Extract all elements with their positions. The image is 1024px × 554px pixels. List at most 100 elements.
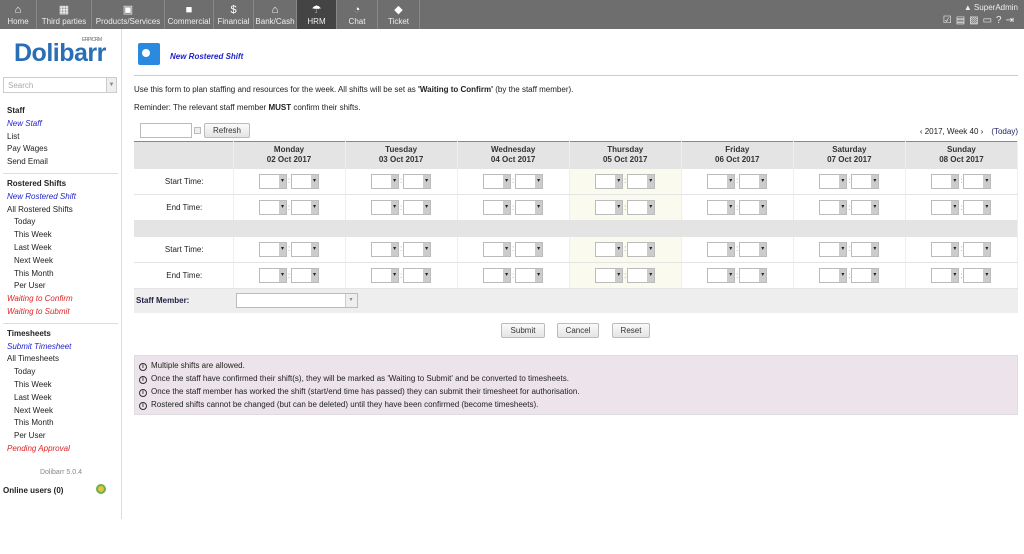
hour-select[interactable]	[371, 200, 400, 215]
chevron-down-icon[interactable]: ▼	[106, 78, 116, 92]
topmenu-hrm[interactable]: ☂ HRM	[297, 0, 337, 29]
hour-select[interactable]	[259, 173, 288, 189]
hour-select[interactable]	[371, 173, 400, 189]
minute-select[interactable]	[963, 200, 992, 215]
minute-select[interactable]	[963, 241, 992, 257]
minute-select[interactable]	[291, 200, 320, 215]
minute-select[interactable]	[963, 173, 992, 189]
sidebar-item-next-week[interactable]: Next Week	[0, 405, 121, 418]
link-icon[interactable]: ▨	[969, 15, 982, 26]
topmenu-products-services[interactable]: ▣ Products/Services	[92, 0, 165, 29]
minute-select[interactable]	[851, 200, 880, 215]
minute-select[interactable]	[291, 173, 320, 189]
hour-select[interactable]	[483, 268, 512, 283]
help-icon[interactable]: ?	[996, 15, 1006, 26]
hour-select[interactable]	[931, 268, 960, 283]
hour-select[interactable]	[931, 173, 960, 189]
refresh-button[interactable]: Refresh	[204, 123, 250, 138]
hour-select[interactable]	[819, 173, 848, 189]
sidebar-item-waiting-to-submit[interactable]: Waiting to Submit	[0, 306, 121, 319]
topmenu-chat[interactable]: ◔ Chat	[337, 0, 378, 29]
topmenu-third-parties[interactable]: ▦ Third parties	[37, 0, 92, 29]
hour-select[interactable]	[371, 241, 400, 257]
sidebar-item-today[interactable]: Today	[0, 216, 121, 229]
search-input[interactable]: Search ▼	[3, 77, 117, 93]
sidebar-item-all-timesheets[interactable]: All Timesheets	[0, 353, 121, 366]
next-week-icon[interactable]: ›	[981, 127, 984, 136]
hour-select[interactable]	[707, 268, 736, 283]
sidebar-item-this-month[interactable]: This Month	[0, 417, 121, 430]
hour-select[interactable]	[819, 241, 848, 257]
hour-select[interactable]	[931, 200, 960, 215]
hour-select[interactable]	[707, 173, 736, 189]
username[interactable]: SuperAdmin	[974, 3, 1018, 12]
hour-select[interactable]	[371, 268, 400, 283]
minute-select[interactable]	[403, 173, 432, 189]
topmenu-ticket[interactable]: ◆ Ticket	[378, 0, 420, 29]
minute-select[interactable]	[515, 173, 544, 189]
print-icon[interactable]: ▭	[983, 15, 996, 26]
sidebar-item-this-month[interactable]: This Month	[0, 268, 121, 281]
minute-select[interactable]	[627, 173, 656, 189]
minute-select[interactable]	[627, 268, 656, 283]
date-input[interactable]	[140, 123, 192, 138]
sidebar-item-last-week[interactable]: Last Week	[0, 392, 121, 405]
sidebar-item-pay-wages[interactable]: Pay Wages	[0, 143, 121, 156]
calendar-icon[interactable]: ▤	[956, 15, 969, 26]
hour-select[interactable]	[595, 173, 624, 189]
sidebar-item-new-rostered-shift[interactable]: New Rostered Shift	[0, 191, 121, 204]
sidebar-item-this-week[interactable]: This Week	[0, 379, 121, 392]
hour-select[interactable]	[931, 241, 960, 257]
user-link[interactable]: ▲ SuperAdmin	[964, 3, 1018, 12]
minute-select[interactable]	[515, 268, 544, 283]
today-link[interactable]: (Today)	[991, 127, 1018, 136]
hour-select[interactable]	[595, 268, 624, 283]
hour-select[interactable]	[259, 241, 288, 257]
staff-member-select[interactable]	[235, 293, 358, 309]
sidebar-item-waiting-to-confirm[interactable]: Waiting to Confirm	[0, 293, 121, 306]
minute-select[interactable]	[515, 241, 544, 257]
minute-select[interactable]	[403, 200, 432, 215]
minute-select[interactable]	[739, 268, 768, 283]
sidebar-item-per-user[interactable]: Per User	[0, 280, 121, 293]
hour-select[interactable]	[819, 268, 848, 283]
reset-button[interactable]: Reset	[612, 323, 650, 338]
hour-select[interactable]	[483, 173, 512, 189]
prev-week-icon[interactable]: ‹	[920, 127, 923, 136]
minute-select[interactable]	[739, 200, 768, 215]
sidebar-item-per-user[interactable]: Per User	[0, 430, 121, 443]
minute-select[interactable]	[739, 241, 768, 257]
logo[interactable]: Dolibarr ERP/CRM	[14, 37, 106, 68]
hour-select[interactable]	[819, 200, 848, 215]
minute-select[interactable]	[851, 241, 880, 257]
sidebar-item-submit-timesheet[interactable]: Submit Timesheet	[0, 341, 121, 354]
logout-icon[interactable]: ⇥	[1006, 15, 1018, 26]
sidebar-item-next-week[interactable]: Next Week	[0, 255, 121, 268]
minute-select[interactable]	[963, 268, 992, 283]
topmenu-home[interactable]: ⌂ Home	[0, 0, 37, 29]
submit-button[interactable]: Submit	[501, 323, 545, 338]
sidebar-item-today[interactable]: Today	[0, 366, 121, 379]
hour-select[interactable]	[483, 200, 512, 215]
topmenu-bank-cash[interactable]: ⌂ Bank/Cash	[254, 0, 297, 29]
minute-select[interactable]	[739, 173, 768, 189]
sidebar-item-send-email[interactable]: Send Email	[0, 156, 121, 169]
hour-select[interactable]	[259, 268, 288, 283]
hour-select[interactable]	[595, 241, 624, 257]
sidebar-item-this-week[interactable]: This Week	[0, 229, 121, 242]
online-users-label[interactable]: Online users (0)	[3, 486, 63, 495]
sidebar-item-new-staff[interactable]: New Staff	[0, 118, 121, 131]
topmenu-financial[interactable]: $ Financial	[214, 0, 254, 29]
sidebar-item-last-week[interactable]: Last Week	[0, 242, 121, 255]
calendar-icon[interactable]	[194, 127, 201, 134]
sidebar-item-list[interactable]: List	[0, 131, 121, 144]
minute-select[interactable]	[627, 200, 656, 215]
cancel-button[interactable]: Cancel	[557, 323, 599, 338]
sidebar-item-all-rostered-shifts[interactable]: All Rostered Shifts	[0, 204, 121, 217]
hour-select[interactable]	[483, 241, 512, 257]
hour-select[interactable]	[707, 200, 736, 215]
sidebar-item-pending-approval[interactable]: Pending Approval	[0, 443, 121, 456]
hour-select[interactable]	[707, 241, 736, 257]
checkbox-icon[interactable]: ☑	[943, 15, 956, 26]
topmenu-commercial[interactable]: ■ Commercial	[165, 0, 214, 29]
